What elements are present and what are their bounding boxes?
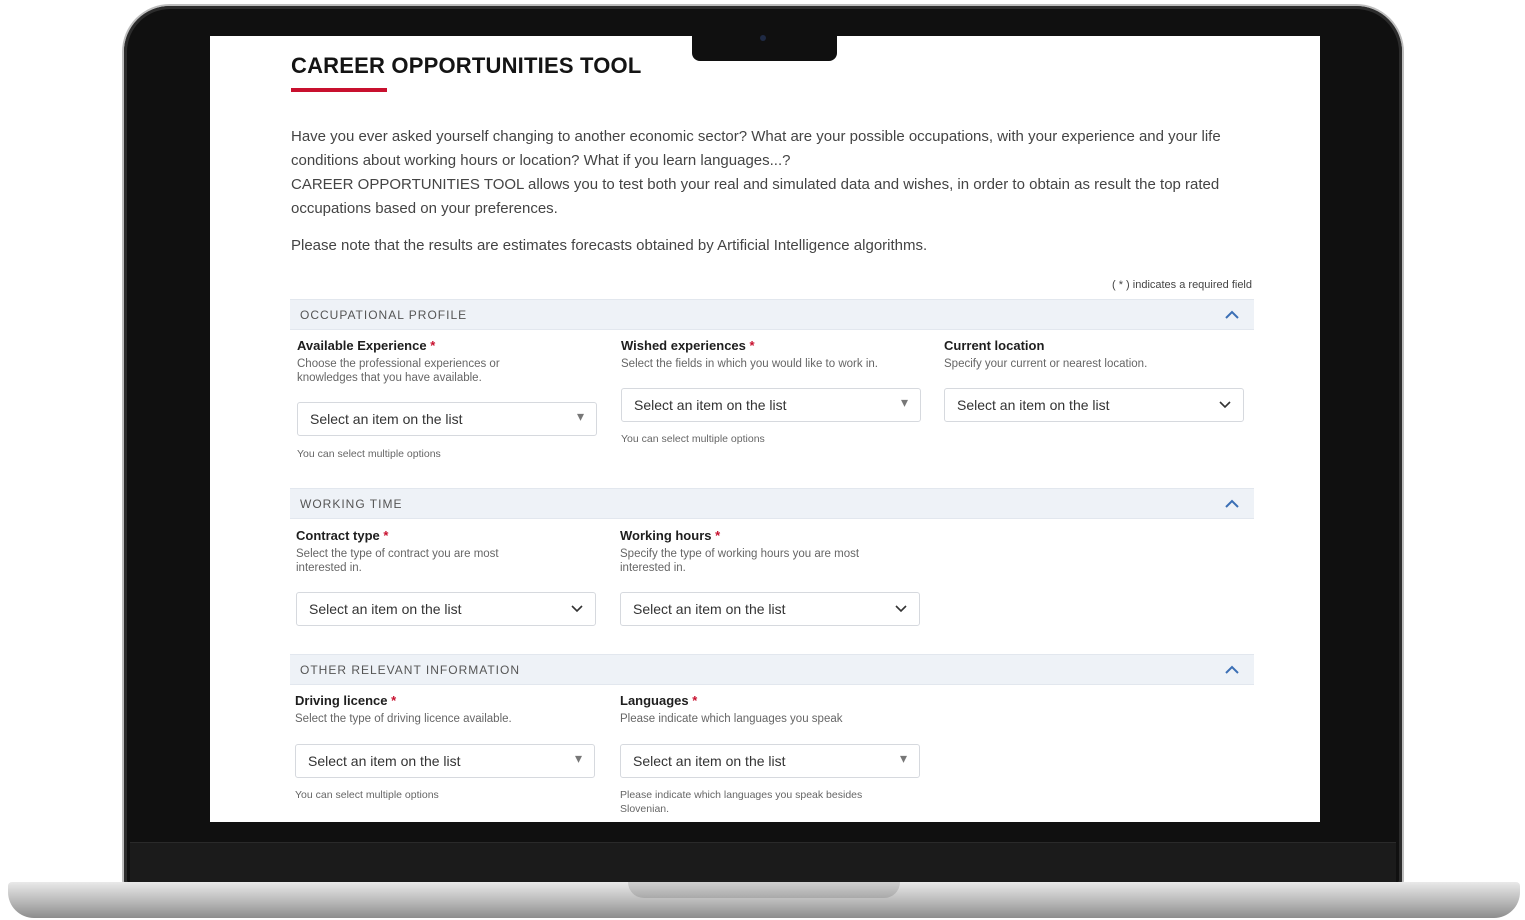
page-title: CAREER OPPORTUNITIES TOOL — [291, 53, 642, 78]
section-title: OTHER RELEVANT INFORMATION — [300, 663, 521, 677]
required-mark: * — [430, 338, 436, 353]
required-mark: * — [692, 693, 698, 708]
field-label: Available Experience — [297, 338, 427, 353]
caret-small-icon: ▾ — [574, 750, 582, 766]
field-languages: Languages * Please indicate which langua… — [620, 693, 920, 815]
camera-icon — [760, 35, 766, 41]
driving-licence-select[interactable]: Select an item on the list ▾ — [295, 744, 595, 778]
field-current-location: Current location Specify your current or… — [944, 338, 1244, 422]
working-hours-select[interactable]: Select an item on the list — [620, 592, 920, 626]
caret-small-icon: ▾ — [899, 750, 907, 766]
ai-disclaimer: Please note that the results are estimat… — [291, 237, 928, 254]
section-title: WORKING TIME — [300, 497, 403, 511]
laptop-hinge-notch — [628, 882, 900, 898]
field-description: Select the type of contract you are most… — [296, 548, 499, 574]
field-contract-type: Contract type * Select the type of contr… — [296, 528, 596, 626]
field-hint: You can select multiple options — [295, 789, 439, 801]
section-header-working-time[interactable]: WORKING TIME — [290, 488, 1254, 519]
select-placeholder: Select an item on the list — [308, 753, 461, 769]
field-wished-experiences: Wished experiences * Select the fields i… — [621, 338, 921, 445]
section-header-other-relevant-information[interactable]: OTHER RELEVANT INFORMATION — [290, 654, 1254, 685]
field-description: Specify the type of working hours you ar… — [620, 548, 860, 574]
field-hint: You can select multiple options — [621, 433, 765, 445]
section-title: OCCUPATIONAL PROFILE — [300, 308, 468, 322]
field-working-hours: Working hours * Specify the type of work… — [620, 528, 920, 626]
current-location-select[interactable]: Select an item on the list — [944, 388, 1244, 422]
select-placeholder: Select an item on the list — [310, 411, 463, 427]
chevron-up-icon[interactable] — [1224, 497, 1240, 509]
select-placeholder: Select an item on the list — [633, 753, 786, 769]
required-field-note: ( * ) indicates a required field — [1111, 279, 1252, 291]
field-driving-licence: Driving licence * Select the type of dri… — [295, 693, 595, 801]
chevron-up-icon[interactable] — [1224, 663, 1240, 675]
required-mark: * — [383, 528, 389, 543]
select-placeholder: Select an item on the list — [634, 397, 787, 413]
field-description: Specify your current or nearest location… — [944, 358, 1148, 370]
contract-type-select[interactable]: Select an item on the list — [296, 592, 596, 626]
languages-select[interactable]: Select an item on the list ▾ — [620, 744, 920, 778]
field-description: Select the fields in which you would lik… — [621, 358, 878, 370]
intro-paragraph-1: Have you ever asked yourself changing to… — [291, 128, 1221, 169]
field-label: Driving licence — [295, 693, 388, 708]
select-placeholder: Select an item on the list — [633, 601, 786, 617]
field-label: Wished experiences — [621, 338, 746, 353]
field-label: Languages — [620, 693, 689, 708]
field-label: Working hours — [620, 528, 712, 543]
section-header-occupational-profile[interactable]: OCCUPATIONAL PROFILE — [290, 299, 1254, 330]
intro-text: Have you ever asked yourself changing to… — [291, 125, 1261, 221]
available-experience-select[interactable]: Select an item on the list ▾ — [297, 402, 597, 436]
intro-paragraph-2: CAREER OPPORTUNITIES TOOL allows you to … — [291, 176, 1220, 217]
chevron-down-icon — [1219, 401, 1231, 409]
field-description: Select the type of driving licence avail… — [295, 713, 512, 725]
field-description: Please indicate which languages you spea… — [620, 713, 843, 725]
required-mark: * — [391, 693, 397, 708]
caret-small-icon: ▾ — [576, 408, 584, 424]
field-label: Contract type — [296, 528, 380, 543]
chevron-up-icon[interactable] — [1224, 308, 1240, 320]
field-hint: Please indicate which languages you spea… — [620, 789, 863, 815]
field-hint: You can select multiple options — [297, 448, 441, 460]
required-mark: * — [749, 338, 755, 353]
field-label: Current location — [944, 338, 1045, 353]
select-placeholder: Select an item on the list — [309, 601, 462, 617]
field-description: Choose the professional experiences or k… — [297, 358, 500, 384]
required-mark: * — [715, 528, 721, 543]
chevron-down-icon — [571, 605, 583, 613]
field-available-experience: Available Experience * Choose the profes… — [297, 338, 597, 460]
laptop-screen: CAREER OPPORTUNITIES TOOL Have you ever … — [210, 36, 1320, 822]
wished-experiences-select[interactable]: Select an item on the list ▾ — [621, 388, 921, 422]
caret-small-icon: ▾ — [900, 394, 908, 410]
chevron-down-icon — [895, 605, 907, 613]
select-placeholder: Select an item on the list — [957, 397, 1110, 413]
laptop-bezel-bottom — [130, 842, 1396, 885]
title-underline — [291, 88, 387, 92]
